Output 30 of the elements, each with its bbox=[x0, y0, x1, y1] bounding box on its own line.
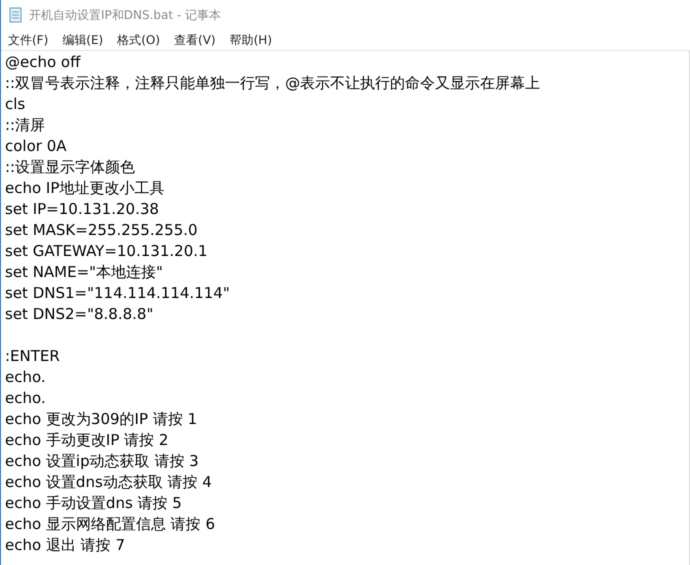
code-line: set GATEWAY=10.131.20.1 bbox=[5, 241, 209, 262]
code-line: set DNS1="114.114.114.114" bbox=[5, 283, 231, 304]
code-line: set DNS2="8.8.8.8" bbox=[5, 304, 154, 325]
code-line: echo 显示网络配置信息 请按 6 bbox=[5, 514, 216, 535]
window-title: 开机自动设置IP和DNS.bat - 记事本 bbox=[29, 6, 222, 24]
code-line: echo. bbox=[5, 367, 47, 388]
code-line: ::双冒号表示注释，注释只能单独一行写，@表示不让执行的命令又显示在屏幕上 bbox=[5, 73, 542, 94]
notepad-icon bbox=[9, 7, 23, 23]
menu-item[interactable]: 查看(V) bbox=[174, 32, 216, 48]
menu-item[interactable]: 文件(F) bbox=[8, 32, 48, 48]
code-line: :ENTER bbox=[5, 346, 61, 367]
code-line: echo 手动更改IP 请按 2 bbox=[5, 430, 170, 451]
code-line: echo. bbox=[5, 388, 47, 409]
code-line: cls bbox=[5, 94, 26, 115]
code-line: echo 退出 请按 7 bbox=[5, 535, 126, 556]
code-line: set IP=10.131.20.38 bbox=[5, 199, 160, 220]
code-line: echo 手动设置dns 请按 5 bbox=[5, 493, 183, 514]
code-line: ::清屏 bbox=[5, 115, 46, 136]
code-line: set NAME="本地连接" bbox=[5, 262, 164, 283]
code-line: color 0A bbox=[5, 136, 68, 157]
menu-item[interactable]: 格式(O) bbox=[117, 32, 160, 48]
menu-item[interactable]: 帮助(H) bbox=[230, 32, 272, 48]
code-line: echo 设置ip动态获取 请按 3 bbox=[5, 451, 200, 472]
code-line: ::设置显示字体颜色 bbox=[5, 157, 136, 178]
menu-item[interactable]: 编辑(E) bbox=[62, 32, 104, 48]
code-line: @echo off bbox=[5, 52, 82, 73]
code-line: echo 设置dns动态获取 请按 4 bbox=[5, 472, 213, 493]
code-line: echo 更改为309的IP 请按 1 bbox=[5, 409, 198, 430]
code-line: set MASK=255.255.255.0 bbox=[5, 220, 199, 241]
code-line: echo IP地址更改小工具 bbox=[5, 178, 166, 199]
